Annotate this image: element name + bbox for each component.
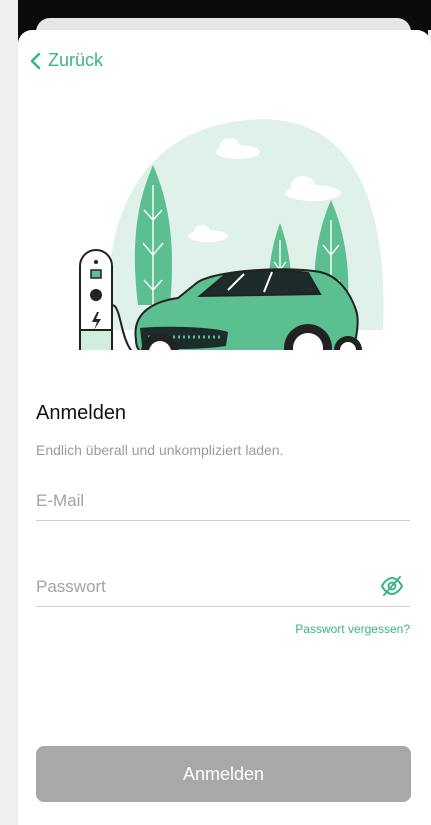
login-sheet: Zurück Anmelden Endlich überall und unko… bbox=[18, 30, 431, 825]
forgot-password-link[interactable]: Passwort vergessen? bbox=[295, 622, 410, 636]
page-subtitle: Endlich überall und unkompliziert laden. bbox=[36, 442, 284, 458]
left-edge bbox=[0, 0, 18, 825]
chevron-left-icon bbox=[30, 52, 41, 69]
back-label: Zurück bbox=[48, 50, 104, 70]
back-button[interactable]: Zurück bbox=[28, 50, 103, 71]
eye-off-icon[interactable] bbox=[380, 574, 404, 598]
password-field[interactable] bbox=[36, 572, 356, 602]
email-field[interactable] bbox=[36, 486, 356, 516]
email-field-container bbox=[36, 486, 410, 521]
login-button[interactable]: Anmelden bbox=[36, 746, 411, 802]
electric-car-charging-illustration bbox=[79, 119, 384, 350]
page-title: Anmelden bbox=[36, 402, 127, 424]
password-field-container bbox=[36, 572, 410, 607]
